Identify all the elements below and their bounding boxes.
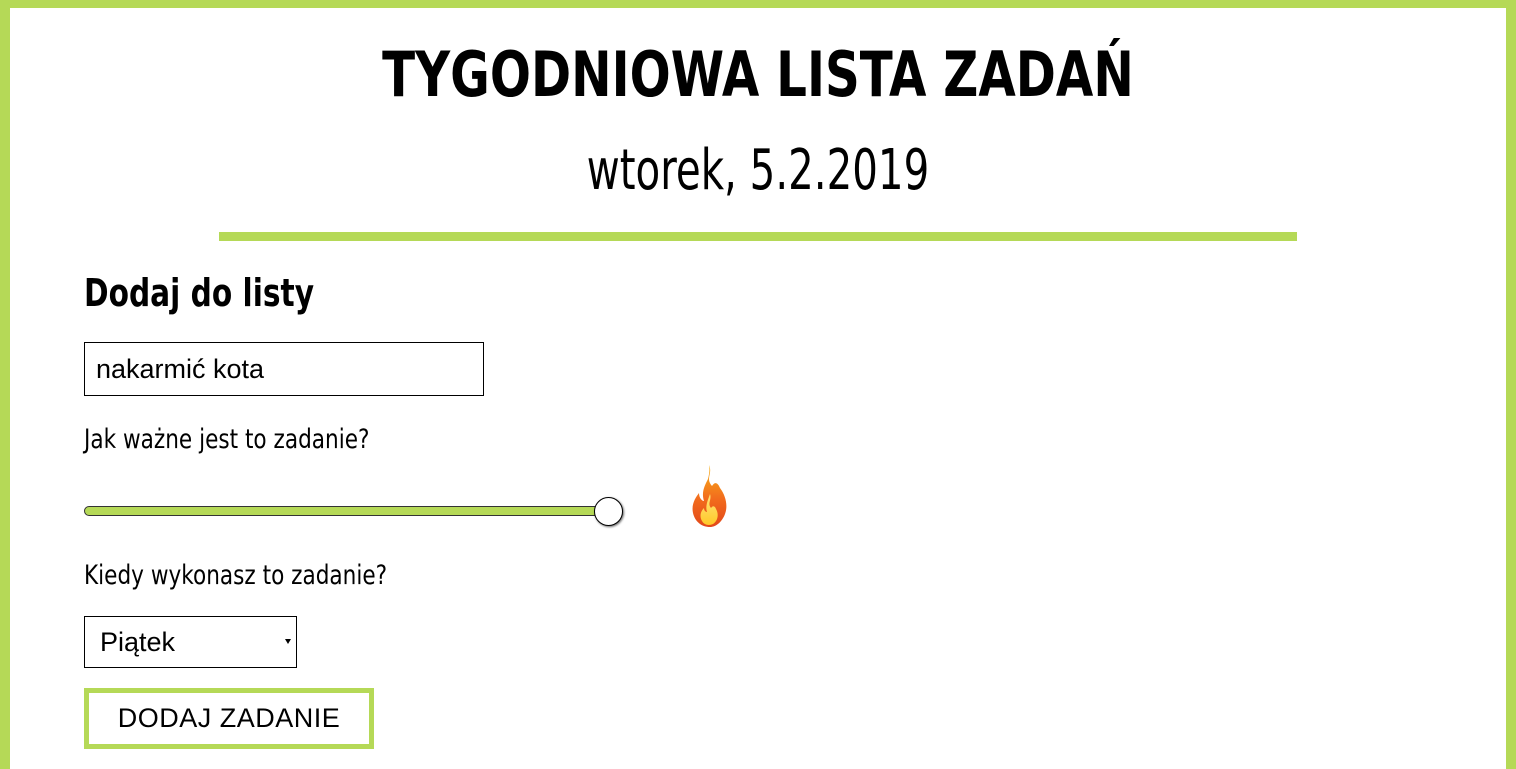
day-select[interactable]: Piątek <box>84 616 297 668</box>
day-select-value: Piątek <box>100 627 176 657</box>
priority-label: Jak ważne jest to zadanie? <box>84 424 370 455</box>
add-task-heading: Dodaj do listy <box>84 271 315 315</box>
task-name-input[interactable] <box>84 342 484 396</box>
priority-slider-thumb[interactable] <box>594 497 623 526</box>
day-label: Kiedy wykonasz to zadanie? <box>84 560 388 591</box>
add-task-button[interactable]: DODAJ ZADANIE <box>84 688 374 749</box>
chevron-down-icon <box>285 639 291 644</box>
priority-slider[interactable] <box>84 506 620 516</box>
page-title: TYGODNIOWA LISTA ZADAŃ <box>382 38 1134 111</box>
header-divider <box>219 232 1297 241</box>
fire-icon <box>692 465 727 527</box>
current-date: wtorek, 5.2.2019 <box>586 138 930 203</box>
